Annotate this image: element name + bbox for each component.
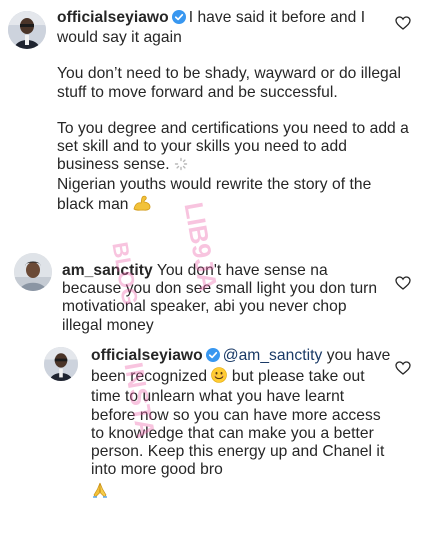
caption-paragraph: You don’t need to be shady, wayward or d… — [57, 65, 402, 101]
avatar-photo — [8, 11, 46, 49]
verified-badge-icon — [171, 10, 186, 29]
avatar[interactable] — [8, 11, 46, 49]
heart-outline-icon[interactable] — [395, 16, 411, 30]
verified-badge-icon — [205, 348, 220, 367]
caption-paragraph: Nigerian youths would rewrite the story … — [57, 176, 372, 213]
loading-spinner-icon — [174, 157, 188, 176]
comment-reply-seyiawo: officialseyiawo @am_sanctity you have bee… — [0, 335, 429, 533]
avatar[interactable] — [44, 347, 78, 381]
folded-hands-emoji — [91, 481, 109, 504]
mention-link[interactable]: @am_sanctity — [223, 347, 323, 364]
comment-text: officialseyiawo I have said it before and… — [57, 9, 409, 216]
comment-main: officialseyiawo I have said it before and… — [0, 0, 429, 225]
comment-text: officialseyiawo @am_sanctity you have bee… — [91, 347, 391, 505]
username[interactable]: am_sanctity — [62, 262, 153, 279]
caption-paragraph: To you degree and certifications you nee… — [57, 119, 409, 174]
heart-outline-icon[interactable] — [395, 276, 411, 290]
avatar[interactable] — [14, 253, 52, 291]
avatar-photo — [14, 253, 52, 291]
caption-paragraph-with-icon: To you degree and certifications you nee… — [57, 120, 409, 177]
username[interactable]: officialseyiawo — [91, 347, 203, 364]
heart-outline-icon[interactable] — [395, 361, 411, 375]
emoji-line — [91, 481, 391, 504]
avatar-photo — [44, 347, 78, 381]
comment-reply-sanctity: am_sanctity You don't have sense na beca… — [0, 225, 429, 335]
comment-text: am_sanctity You don't have sense na beca… — [62, 262, 384, 335]
caption-paragraph-with-emoji: Nigerian youths would rewrite the story … — [57, 176, 409, 215]
caption-line-1: officialseyiawo I have said it before and… — [57, 9, 409, 47]
flexed-biceps-emoji — [133, 195, 151, 216]
smiling-face-emoji — [211, 367, 228, 388]
username[interactable]: officialseyiawo — [57, 9, 169, 26]
